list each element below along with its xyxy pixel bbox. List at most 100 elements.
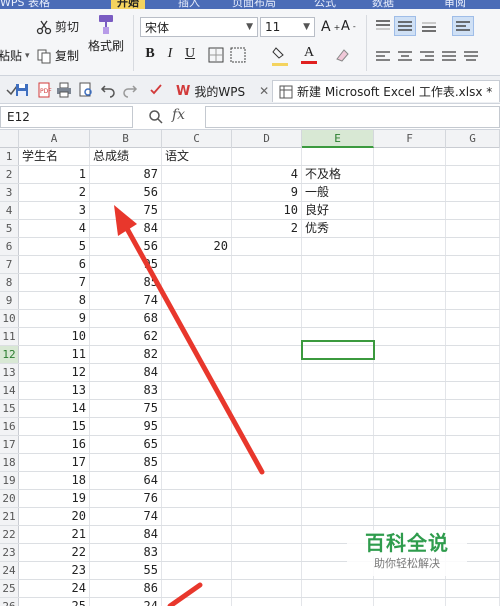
cell-f8[interactable] [374,274,446,291]
cell-c19[interactable] [162,472,232,489]
row-header[interactable]: 19 [0,472,19,489]
cell-f17[interactable] [374,436,446,453]
borders-icon[interactable] [208,47,224,63]
font-size-select[interactable]: 11 ▼ [260,17,315,37]
align-bottom-icon[interactable] [420,19,438,33]
row-header[interactable]: 13 [0,364,19,381]
cell-g12[interactable] [446,346,500,363]
active-cell-e12[interactable] [301,340,375,360]
cell-d10[interactable] [232,310,302,327]
font-name-select[interactable]: 宋体 ▼ [140,17,258,37]
bold-button[interactable]: B [142,46,158,62]
cell-b10[interactable]: 68 [90,310,162,327]
align-top-icon[interactable] [374,19,392,33]
cell-g19[interactable] [446,472,500,489]
row-header[interactable]: 1 [0,148,19,165]
cell-d21[interactable] [232,508,302,525]
cell-f9[interactable] [374,292,446,309]
cell-g6[interactable] [446,238,500,255]
row-header[interactable]: 15 [0,400,19,417]
tab-workbook[interactable]: 新建 Microsoft Excel 工作表.xlsx * [272,80,500,102]
distribute-icon[interactable] [462,49,480,63]
row-header[interactable]: 26 [0,598,19,606]
cell-d18[interactable] [232,454,302,471]
cell-f18[interactable] [374,454,446,471]
cell-e17[interactable] [302,436,374,453]
cell-f1[interactable] [374,148,446,165]
row-header[interactable]: 21 [0,508,19,525]
cell-c5[interactable] [162,220,232,237]
cell-d14[interactable] [232,382,302,399]
cell-e26[interactable] [302,598,374,606]
cell-b13[interactable]: 84 [90,364,162,381]
column-header-b[interactable]: B [90,130,162,148]
cell-f2[interactable] [374,166,446,183]
cell-c1[interactable]: 语文 [162,148,232,165]
cell-b8[interactable]: 85 [90,274,162,291]
redo-icon[interactable] [122,82,138,98]
cell-a11[interactable]: 10 [19,328,90,345]
cell-a8[interactable]: 7 [19,274,90,291]
font-color-button[interactable]: A [300,45,318,65]
print-preview-icon[interactable] [78,82,94,98]
cell-a2[interactable]: 1 [19,166,90,183]
format-painter-button[interactable]: 格式刷 [88,13,124,54]
cell-b1[interactable]: 总成绩 [90,148,162,165]
cell-d19[interactable] [232,472,302,489]
cell-c3[interactable] [162,184,232,201]
row-header[interactable]: 3 [0,184,19,201]
cell-e21[interactable] [302,508,374,525]
cell-b5[interactable]: 84 [90,220,162,237]
cell-f13[interactable] [374,364,446,381]
cell-d11[interactable] [232,328,302,345]
cell-e20[interactable] [302,490,374,507]
cell-c9[interactable] [162,292,232,309]
cell-a25[interactable]: 24 [19,580,90,597]
cell-d24[interactable] [232,562,302,579]
row-header[interactable]: 22 [0,526,19,543]
row-header[interactable]: 16 [0,418,19,435]
row-header[interactable]: 24 [0,562,19,579]
cell-b14[interactable]: 83 [90,382,162,399]
cell-b4[interactable]: 75 [90,202,162,219]
cell-e3[interactable]: 一般 [302,184,374,201]
cell-b19[interactable]: 64 [90,472,162,489]
cell-c23[interactable] [162,544,232,561]
cell-a4[interactable]: 3 [19,202,90,219]
row-header[interactable]: 7 [0,256,19,273]
cell-f15[interactable] [374,400,446,417]
cell-f20[interactable] [374,490,446,507]
cell-c24[interactable] [162,562,232,579]
cell-g13[interactable] [446,364,500,381]
tab-wps-table[interactable]: WPS 表格 [0,0,50,9]
row-header[interactable]: 25 [0,580,19,597]
cell-a21[interactable]: 20 [19,508,90,525]
cell-d8[interactable] [232,274,302,291]
cell-b21[interactable]: 74 [90,508,162,525]
column-header-a[interactable]: A [19,130,90,148]
underline-button[interactable]: U [182,46,198,62]
cell-d4[interactable]: 10 [232,202,302,219]
row-header[interactable]: 12 [0,346,19,363]
align-left-icon[interactable] [374,49,392,63]
cell-g3[interactable] [446,184,500,201]
cell-a23[interactable]: 22 [19,544,90,561]
formula-input[interactable] [205,106,500,128]
column-header-g[interactable]: G [446,130,500,148]
cell-a18[interactable]: 17 [19,454,90,471]
cell-c25[interactable] [162,580,232,597]
cell-c18[interactable] [162,454,232,471]
cell-a7[interactable]: 6 [19,256,90,273]
cell-c16[interactable] [162,418,232,435]
copy-button[interactable]: 复制 [36,47,79,64]
column-header-f[interactable]: F [374,130,446,148]
cell-c2[interactable] [162,166,232,183]
cell-b6[interactable]: 56 [90,238,162,255]
cell-e10[interactable] [302,310,374,327]
cell-c26[interactable] [162,598,232,606]
cell-c11[interactable] [162,328,232,345]
tab-insert[interactable]: 插入 [178,0,200,9]
cell-a22[interactable]: 21 [19,526,90,543]
cell-c22[interactable] [162,526,232,543]
cell-b25[interactable]: 86 [90,580,162,597]
